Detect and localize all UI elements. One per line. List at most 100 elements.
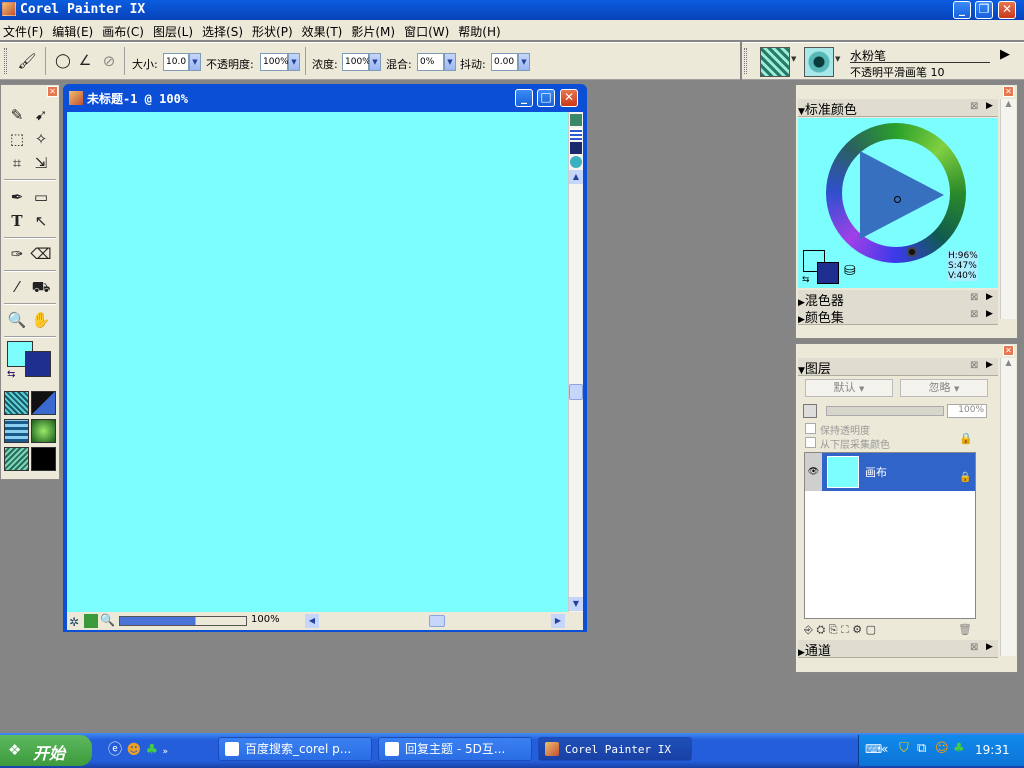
eraser-tool-icon[interactable]: ⌫: [30, 243, 52, 265]
size-dropdown-icon[interactable]: ▼: [189, 53, 201, 71]
menu-edit[interactable]: 编辑(E): [49, 20, 99, 40]
straight-line-stroke-icon[interactable]: ∠: [74, 50, 96, 72]
opacity-field[interactable]: 100%: [260, 53, 289, 71]
update-icon[interactable]: ♣: [953, 741, 965, 756]
saturation-value-triangle[interactable]: [860, 151, 944, 239]
brush-variant-dropdown-icon[interactable]: ▼: [835, 55, 840, 63]
color-panel-close-icon[interactable]: ⊠: [970, 101, 978, 112]
color-sets-panel-header[interactable]: ▶颜色集 ⊠ ▶: [798, 307, 998, 326]
layer-opacity-field[interactable]: 100%: [947, 404, 987, 418]
secondary-color-swatch[interactable]: [25, 351, 51, 377]
color-picker-marker[interactable]: [894, 196, 901, 203]
nozzle-selector-icon[interactable]: [4, 447, 29, 471]
app-icon[interactable]: [2, 2, 16, 16]
gradient-selector-icon[interactable]: [31, 391, 56, 415]
grabber-tool-icon[interactable]: ✋: [30, 309, 52, 331]
paint-bucket-tool-icon[interactable]: ⛟: [30, 276, 52, 298]
magic-wand-tool-icon[interactable]: ✧: [30, 128, 52, 150]
rectangular-selection-tool-icon[interactable]: ⬚: [6, 128, 28, 150]
menu-canvas[interactable]: 画布(C): [99, 20, 150, 40]
zoom-icon[interactable]: 🔍: [100, 613, 115, 627]
scroll-right-icon[interactable]: ▶: [551, 614, 565, 628]
color-window-scrollbar[interactable]: ▲: [1000, 99, 1016, 319]
composite-method-select[interactable]: 默认 ▼: [805, 379, 893, 397]
pan-icon[interactable]: [84, 614, 98, 628]
network-icon[interactable]: ⧉: [917, 741, 926, 756]
menu-shapes[interactable]: 形状(P): [249, 20, 299, 40]
color-management-icon[interactable]: [570, 156, 582, 168]
drawing-mode-icon[interactable]: [570, 114, 582, 126]
delete-layer-icon[interactable]: 🗑: [958, 623, 972, 636]
opacity-dropdown-icon[interactable]: ▼: [288, 53, 300, 71]
magnifier-tool-icon[interactable]: 🔍: [6, 309, 28, 331]
color-window-close-icon[interactable]: ✕: [1003, 86, 1014, 97]
document-maximize-icon[interactable]: □: [537, 89, 555, 107]
secondary-color-chip[interactable]: [817, 262, 839, 284]
layers-panel-header[interactable]: ▼图层 ⊠ ▶: [798, 358, 998, 377]
task-button-baidu[interactable]: 百度搜索_corel p...: [218, 737, 372, 761]
brush-category-icon[interactable]: [760, 47, 790, 77]
layer-lock-icon[interactable]: 🔒: [959, 472, 971, 483]
visibility-eye-icon[interactable]: 👁: [805, 453, 822, 491]
pattern-selector-icon[interactable]: [4, 419, 29, 443]
scroll-left-icon[interactable]: ◀: [305, 614, 319, 628]
channels-panel-header[interactable]: ▶通道 ⊠ ▶: [798, 640, 998, 659]
bleed-field[interactable]: 0%: [417, 53, 444, 71]
pen-tool-icon[interactable]: ✒: [6, 186, 28, 208]
layers-panel-close-icon[interactable]: ⊠: [970, 360, 978, 371]
tree-launcher-icon[interactable]: ♣: [146, 742, 159, 758]
color-panel-header[interactable]: ▼标准颜色 ⊠ ▶: [798, 99, 998, 118]
jitter-dropdown-icon[interactable]: ▼: [518, 53, 530, 71]
grain-field[interactable]: 100%: [342, 53, 371, 71]
property-bar-grip[interactable]: [4, 48, 7, 74]
swap-colors-icon[interactable]: ⇆: [7, 369, 15, 380]
layers-window-scrollbar[interactable]: ▲: [1000, 358, 1016, 656]
restore-icon[interactable]: ❐: [975, 1, 993, 19]
size-field[interactable]: 10.0: [163, 53, 189, 71]
vertical-scroll-thumb[interactable]: [569, 384, 583, 400]
vertical-scrollbar[interactable]: ▲ ▼: [568, 112, 583, 612]
scroll-down-icon[interactable]: ▼: [569, 597, 583, 611]
color-panel-menu-icon[interactable]: ▶: [986, 101, 993, 111]
tray-expand-icon[interactable]: «: [881, 742, 888, 756]
grid-toggle-icon[interactable]: [570, 128, 582, 140]
channels-panel-close-icon[interactable]: ⊠: [970, 642, 978, 653]
brush-bar-grip[interactable]: [744, 48, 747, 74]
task-button-painter[interactable]: Corel Painter IX: [538, 737, 692, 761]
bleed-dropdown-icon[interactable]: ▼: [444, 53, 456, 71]
canvas[interactable]: [67, 112, 568, 612]
jitter-field[interactable]: 0.00: [491, 53, 518, 71]
mixer-panel-header[interactable]: ▶混色器 ⊠ ▶: [798, 290, 998, 309]
grain-dropdown-icon[interactable]: ▼: [369, 53, 381, 71]
document-close-icon[interactable]: ✕: [560, 89, 578, 107]
paper-selector-icon[interactable]: [4, 391, 29, 415]
horizontal-scroll-thumb[interactable]: [429, 615, 445, 627]
qq-icon[interactable]: ☻: [126, 742, 141, 758]
brush-icon[interactable]: 🖌: [16, 50, 38, 72]
dynamic-plugins-icon[interactable]: ⛭: [816, 623, 825, 636]
layer-row[interactable]: 👁 画布 🔒: [805, 453, 975, 491]
menu-file[interactable]: 文件(F): [0, 20, 49, 40]
composite-depth-select[interactable]: 忽略 ▼: [900, 379, 988, 397]
crop-tool-icon[interactable]: ⌗: [6, 152, 28, 174]
ie-browser-icon[interactable]: ⓔ: [108, 742, 122, 758]
new-layer-icon[interactable]: ⎘: [829, 623, 838, 636]
navigator-icon[interactable]: ✲: [69, 615, 79, 629]
input-method-icon[interactable]: ⌨: [865, 742, 882, 756]
hue-marker[interactable]: [907, 247, 917, 257]
layers-panel-menu-icon[interactable]: ▶: [986, 360, 993, 370]
toolbox-close-icon[interactable]: ✕: [47, 86, 58, 97]
weaving-selector-icon[interactable]: [31, 419, 56, 443]
brush-variant-icon[interactable]: [804, 47, 834, 77]
brush-tool-icon[interactable]: ✎: [6, 104, 28, 126]
task-button-forum[interactable]: 回复主题 - 5D互...: [378, 737, 532, 761]
menu-select[interactable]: 选择(S): [199, 20, 249, 40]
look-selector-icon[interactable]: [31, 447, 56, 471]
layer-options-icon[interactable]: ⚙: [852, 623, 862, 636]
brush-category-dropdown-icon[interactable]: ▼: [791, 55, 796, 63]
scroll-up-icon[interactable]: ▲: [569, 170, 583, 184]
menu-effects[interactable]: 效果(T): [299, 20, 349, 40]
qq-tray-icon[interactable]: ☺: [935, 741, 949, 756]
brush-bar-menu-icon[interactable]: ▶: [1000, 47, 1010, 62]
menu-help[interactable]: 帮助(H): [455, 20, 506, 40]
